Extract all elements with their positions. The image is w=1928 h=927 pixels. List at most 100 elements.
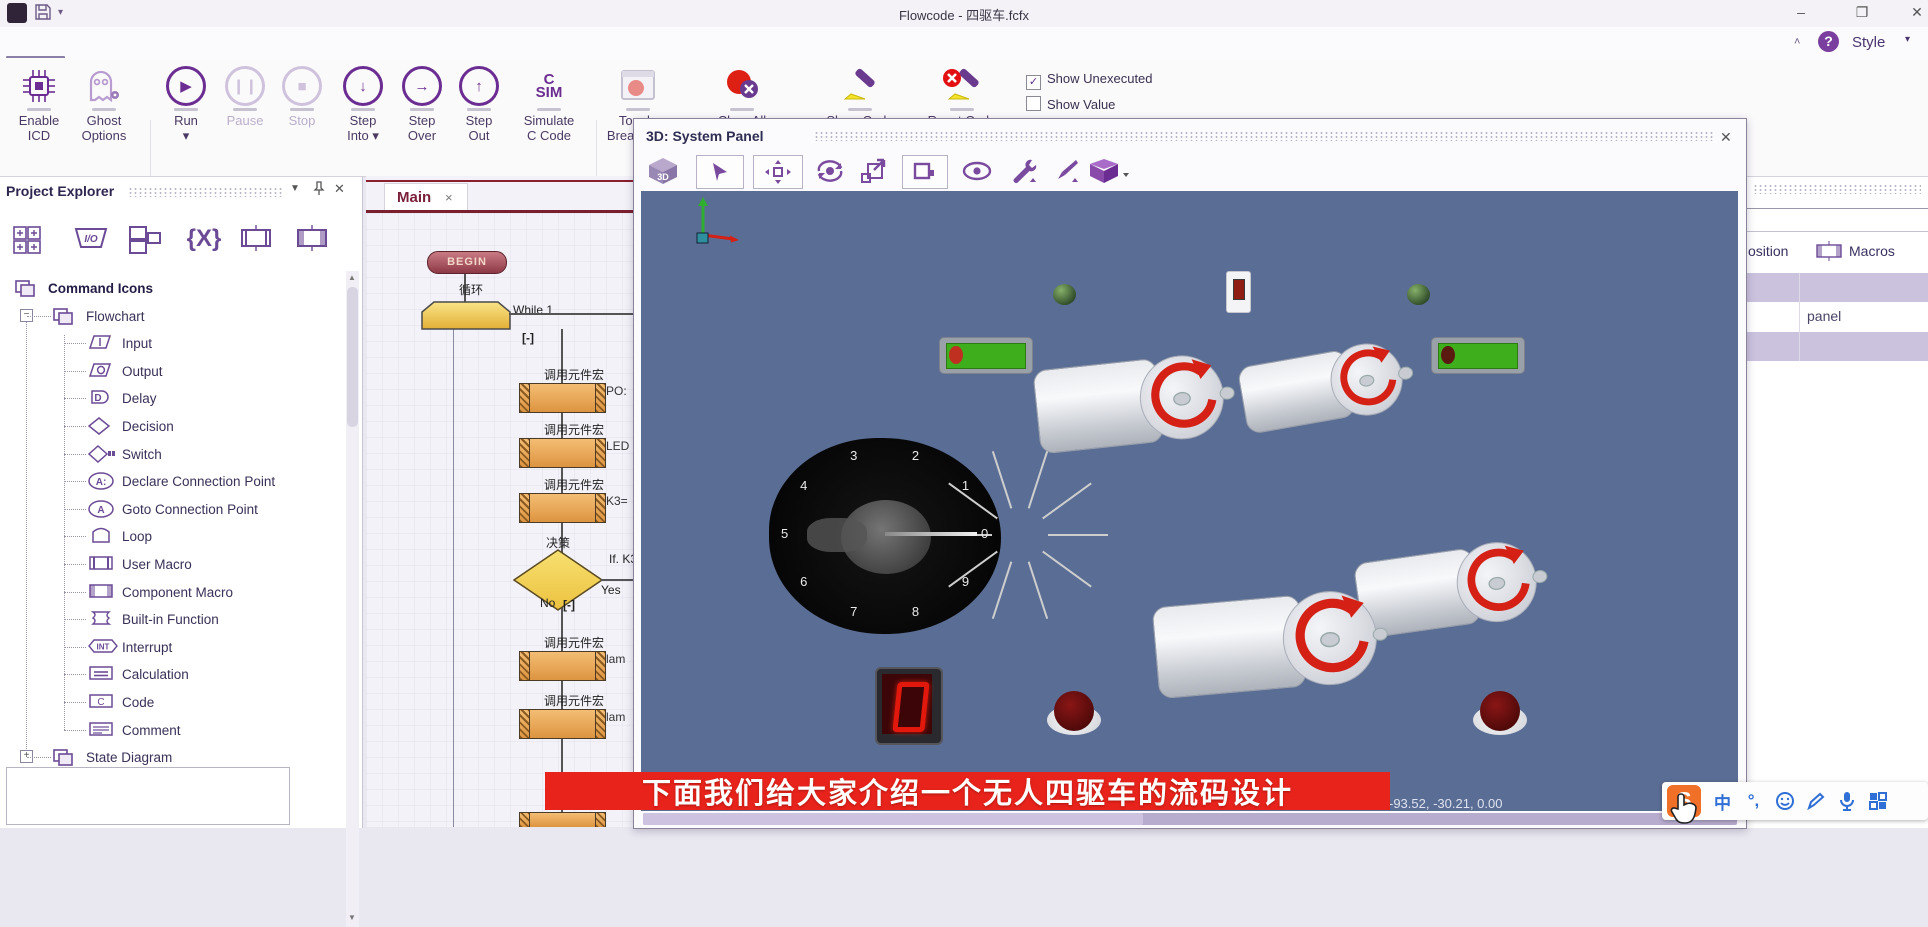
checkbox-show-unexecuted[interactable]: ✓Show Unexecuted — [1026, 70, 1153, 90]
tree-item-decision[interactable]: Decision — [122, 419, 174, 434]
3d-viewport[interactable]: 0123456789 -93.52, -30.21, 0.00 — [641, 191, 1738, 811]
close-button[interactable]: ✕ — [1902, 4, 1928, 21]
goto-icon: A — [88, 500, 114, 518]
expression-icon[interactable]: {X} — [182, 225, 226, 263]
scroll-up-icon[interactable]: ▲ — [348, 273, 356, 282]
ime-emoji-icon[interactable] — [1769, 791, 1800, 811]
panel-close-icon[interactable]: ✕ — [334, 181, 345, 197]
toggle-switch[interactable] — [1226, 271, 1251, 313]
dial-number: 7 — [850, 604, 857, 619]
select-arrow-icon[interactable] — [696, 155, 744, 189]
orbit-icon[interactable] — [810, 155, 850, 187]
3d-logo-icon[interactable]: 3D — [646, 155, 680, 187]
seven-segment-digit — [892, 682, 929, 732]
tab-close-icon[interactable]: × — [445, 190, 453, 205]
motor-face — [1136, 351, 1228, 443]
ribbon-button-enable-icd[interactable]: EnableICD — [10, 66, 68, 143]
seven-segment-display[interactable] — [875, 667, 943, 745]
mouse-cursor-hand — [1670, 792, 1700, 826]
usermacro-icon — [88, 555, 114, 571]
style-menu[interactable]: Style — [1852, 34, 1885, 51]
ime-chinese-mode-icon[interactable]: 中 — [1707, 789, 1738, 814]
led-sphere[interactable] — [1407, 284, 1430, 305]
help-icon[interactable]: ? — [1818, 31, 1839, 52]
3d-horizontal-scrollbar[interactable] — [643, 813, 1737, 825]
ribbon-button-stop[interactable]: ■Stop — [276, 66, 328, 128]
panel-dropdown-icon[interactable]: ▼ — [290, 183, 300, 194]
component-macro-icon[interactable] — [292, 225, 336, 263]
dial-number: 9 — [962, 574, 969, 589]
ime-microphone-icon[interactable] — [1831, 791, 1862, 811]
tree-item-delay[interactable]: Delay — [122, 391, 157, 406]
battery-component[interactable] — [1431, 337, 1525, 374]
tree-item-switch[interactable]: Switch — [122, 447, 162, 462]
wrench-icon[interactable] — [1006, 155, 1042, 187]
ime-toolbox-icon[interactable] — [1862, 792, 1893, 810]
list-row[interactable] — [1746, 273, 1928, 302]
dial-number: 6 — [800, 574, 807, 589]
panel-drag-texture[interactable] — [128, 187, 283, 197]
ime-punctuation-icon[interactable]: °, — [1738, 791, 1769, 811]
tree-item-command-icons[interactable]: Command Icons — [48, 281, 153, 296]
io-icon[interactable]: I/O — [72, 225, 116, 263]
eye-icon[interactable] — [956, 155, 998, 187]
tree-item-declare-connection-point[interactable]: Declare Connection Point — [122, 474, 275, 489]
tree-item-loop[interactable]: Loop — [122, 529, 152, 544]
led-sphere[interactable] — [1053, 284, 1076, 305]
capture-region-icon[interactable] — [902, 155, 948, 189]
rotary-dial[interactable]: 0123456789 — [769, 438, 1001, 634]
user-macro-icon[interactable] — [236, 225, 280, 263]
panel-drag-texture[interactable] — [814, 131, 1714, 141]
tree-item-flowchart[interactable]: Flowchart — [86, 309, 145, 324]
ribbon-button-step-into[interactable]: ↓StepInto ▾ — [334, 66, 392, 143]
ime-handwriting-icon[interactable] — [1800, 792, 1831, 811]
cube-icon[interactable] — [1086, 155, 1134, 187]
scroll-down-icon[interactable]: ▼ — [348, 913, 356, 922]
tree-item-user-macro[interactable]: User Macro — [122, 557, 192, 572]
motor-component[interactable] — [1151, 579, 1397, 705]
project-explorer-title: Project Explorer — [6, 183, 114, 199]
checkbox-show-value[interactable]: Show Value — [1026, 96, 1115, 114]
tree-item-goto-connection-point[interactable]: Goto Connection Point — [122, 502, 258, 517]
tree-item-comment[interactable]: Comment — [122, 723, 181, 738]
scale-icon[interactable] — [854, 155, 894, 187]
panel-drag-texture[interactable] — [1753, 184, 1921, 194]
tree-item-output[interactable]: Output — [122, 364, 163, 379]
window-title: Flowcode - 四驱车.fcfx — [0, 5, 1928, 24]
battery-component[interactable] — [939, 337, 1033, 374]
paint-icon[interactable] — [1048, 155, 1084, 187]
ribbon-button-run[interactable]: ▶Run▾ — [160, 66, 212, 143]
windows-icon[interactable] — [128, 225, 172, 263]
tree-item-state-diagram[interactable]: State Diagram — [86, 750, 172, 765]
project-explorer-scrollbar[interactable]: ▲ ▼ — [346, 271, 359, 927]
restore-button[interactable]: ❐ — [1847, 4, 1877, 21]
stack-icon — [14, 279, 36, 297]
ribbon-button-ghost-options[interactable]: GhostOptions — [72, 66, 136, 143]
grid-add-icon[interactable] — [12, 225, 56, 263]
scrollbar-thumb[interactable] — [347, 287, 358, 427]
motor-face — [1452, 537, 1542, 627]
tab-main[interactable]: Main × — [384, 183, 468, 212]
pan-icon[interactable] — [753, 155, 803, 189]
ribbon-button-simulate-c-code[interactable]: CSIMSimulateC Code — [510, 66, 588, 143]
tree-item-input[interactable]: Input — [122, 336, 152, 351]
tree-item-component-macro[interactable]: Component Macro — [122, 585, 233, 600]
ribbon-button-step-out[interactable]: ↑StepOut — [452, 66, 506, 143]
tree-item-interrupt[interactable]: Interrupt — [122, 640, 172, 655]
style-dropdown-icon[interactable]: ▾ — [1905, 34, 1910, 45]
minimize-button[interactable]: – — [1786, 4, 1816, 20]
motor-component[interactable] — [1235, 328, 1425, 442]
scrollbar-thumb[interactable] — [643, 813, 1143, 825]
comment-icon — [88, 721, 114, 737]
motor-component[interactable] — [1032, 343, 1245, 460]
ribbon-collapse-icon[interactable]: ˄ — [1794, 36, 1800, 48]
tree-item-built-in-function[interactable]: Built-in Function — [122, 612, 219, 627]
pin-icon[interactable] — [312, 181, 326, 196]
ribbon-button-pause[interactable]: ❙❙Pause — [218, 66, 272, 128]
ribbon-button-step-over[interactable]: →StepOver — [394, 66, 450, 143]
3d-panel-close-icon[interactable]: ✕ — [1720, 129, 1732, 146]
tree-item-calculation[interactable]: Calculation — [122, 667, 189, 682]
list-row[interactable] — [1746, 332, 1928, 361]
panel-row-label: panel — [1807, 308, 1841, 324]
tree-item-code[interactable]: Code — [122, 695, 154, 710]
